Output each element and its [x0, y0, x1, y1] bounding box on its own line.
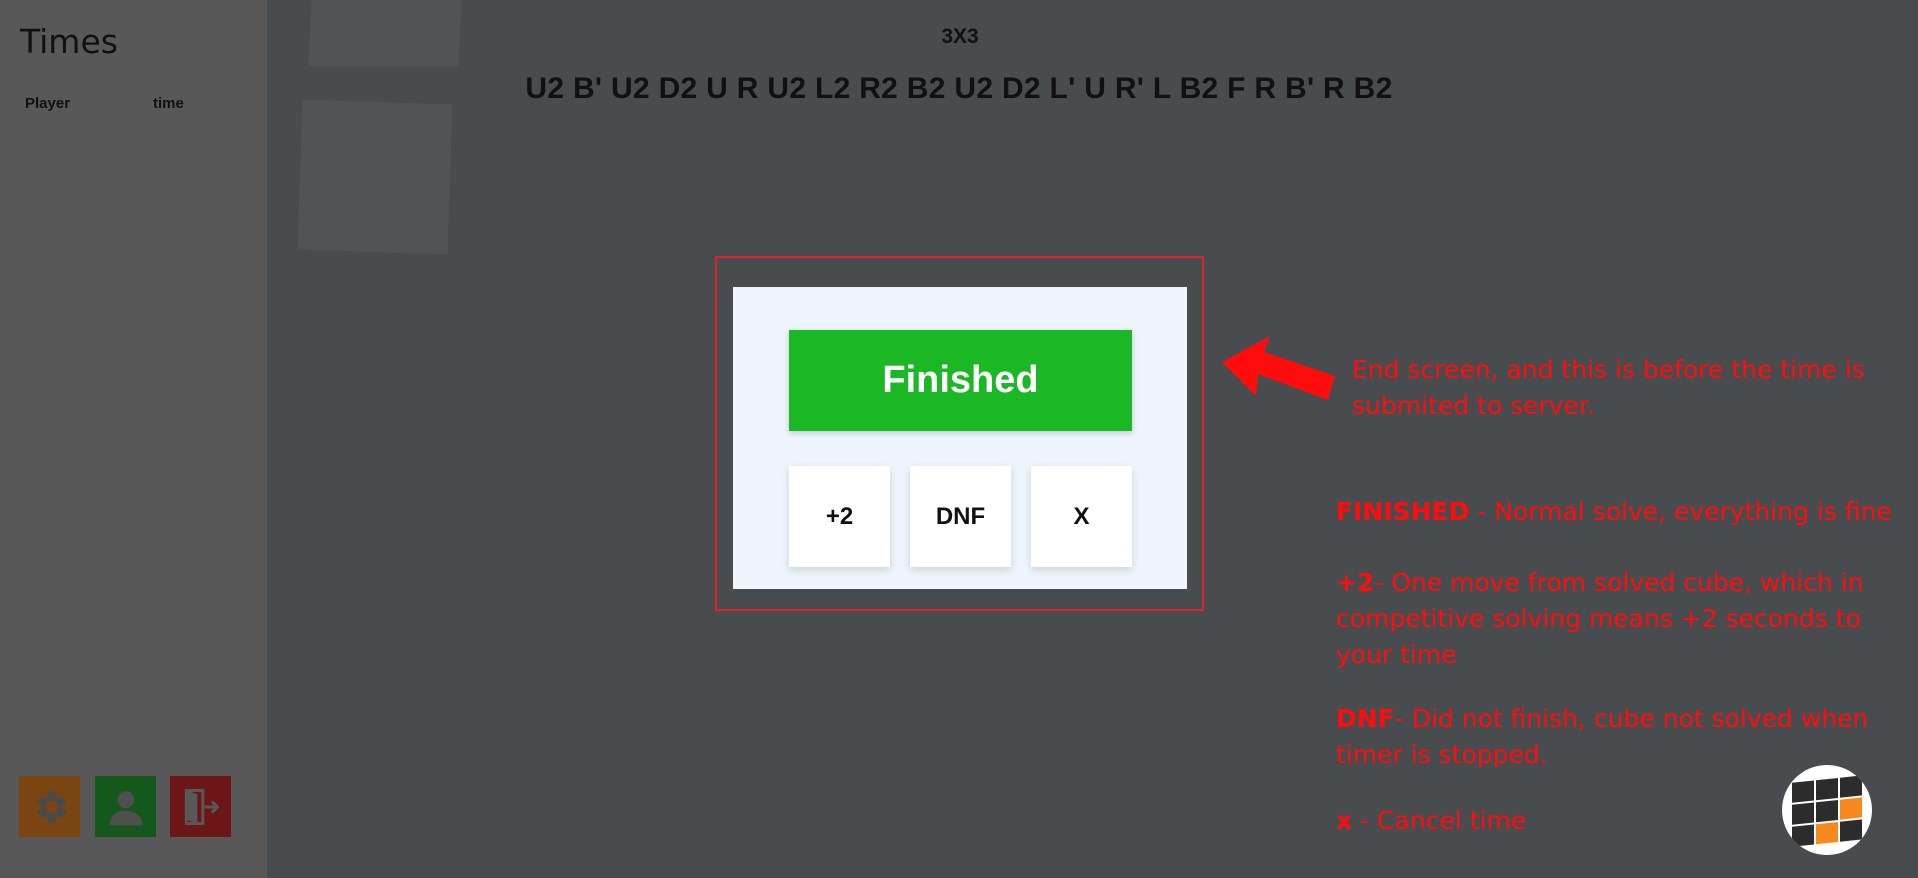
- profile-button[interactable]: [95, 776, 156, 837]
- annotation-text: - One move from solved cube, which in co…: [1336, 568, 1864, 669]
- logout-button[interactable]: [170, 776, 231, 837]
- dnf-button[interactable]: DNF: [910, 466, 1011, 567]
- end-screen-dialog: Finished +2 DNF X: [733, 287, 1187, 589]
- annotation-text: - Cancel time: [1352, 806, 1527, 835]
- cancel-button[interactable]: X: [1031, 466, 1132, 567]
- user-icon: [109, 790, 142, 825]
- logout-icon: [184, 788, 220, 825]
- annotation-key: FINISHED: [1336, 497, 1470, 526]
- scramble-text: U2 B' U2 D2 U R U2 L2 R2 B2 U2 D2 L' U R…: [525, 72, 1393, 105]
- background-panel: [297, 99, 453, 255]
- cube-logo-icon: [1782, 765, 1872, 855]
- event-label: 3X3: [941, 25, 979, 48]
- annotation-text: - Did not finish, cube not solved when t…: [1336, 704, 1869, 769]
- annotation-plus2: +2- One move from solved cube, which in …: [1336, 565, 1911, 673]
- sidebar: Times Player time: [0, 0, 267, 878]
- annotation-finished: FINISHED - Normal solve, everything is f…: [1336, 494, 1911, 530]
- annotation-key: x: [1336, 806, 1353, 835]
- finished-button[interactable]: Finished: [789, 330, 1132, 431]
- arrow-icon: [1222, 336, 1335, 400]
- gear-icon: [36, 790, 67, 823]
- annotation-dnf: DNF- Did not finish, cube not solved whe…: [1336, 701, 1911, 773]
- annotation-key: DNF: [1336, 704, 1395, 733]
- annotation-key: +2: [1336, 568, 1375, 597]
- annotation-end-screen: End screen, and this is before the time …: [1352, 355, 1865, 420]
- annotation-text: - Normal solve, everything is fine: [1469, 497, 1892, 526]
- plus2-button[interactable]: +2: [789, 466, 890, 567]
- settings-button[interactable]: [19, 776, 80, 837]
